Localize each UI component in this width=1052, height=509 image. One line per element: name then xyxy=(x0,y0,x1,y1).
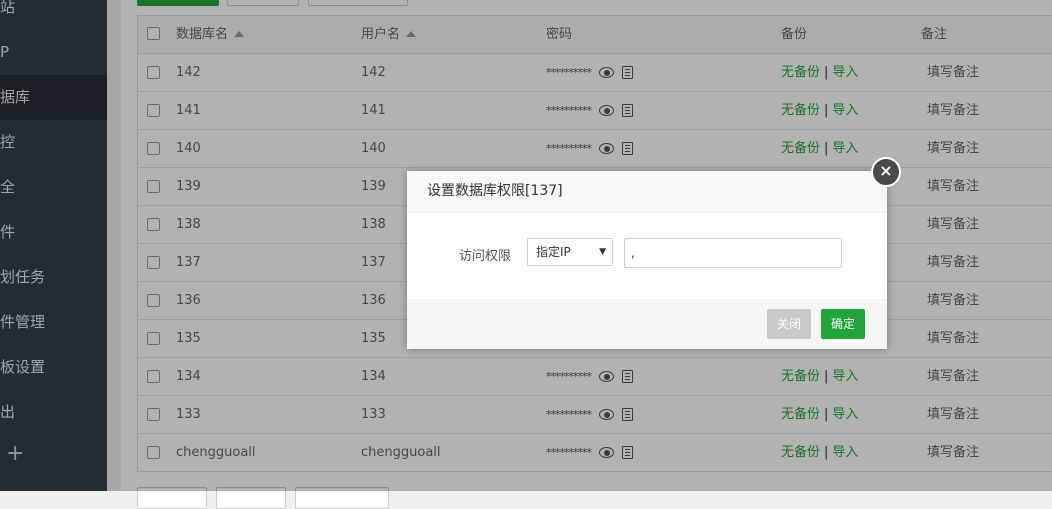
dialog-title: 设置数据库权限[137] xyxy=(407,171,887,213)
access-label: 访问权限 xyxy=(459,249,512,264)
dialog-footer: 关闭 确定 xyxy=(407,299,887,349)
access-select[interactable]: 指定IP ▼ xyxy=(527,238,613,266)
dialog-body: 访问权限 指定IP ▼ , xyxy=(407,213,887,299)
db-permission-dialog: 设置数据库权限[137] × 访问权限 指定IP ▼ , 关闭 确定 xyxy=(407,157,901,349)
confirm-button[interactable]: 确定 xyxy=(821,309,866,339)
caret-down-icon: ▼ xyxy=(599,247,606,257)
close-button[interactable]: 关闭 xyxy=(767,309,812,339)
access-select-value: 指定IP xyxy=(536,245,571,259)
close-icon[interactable]: × xyxy=(871,157,901,187)
ip-input[interactable]: , xyxy=(624,238,842,268)
